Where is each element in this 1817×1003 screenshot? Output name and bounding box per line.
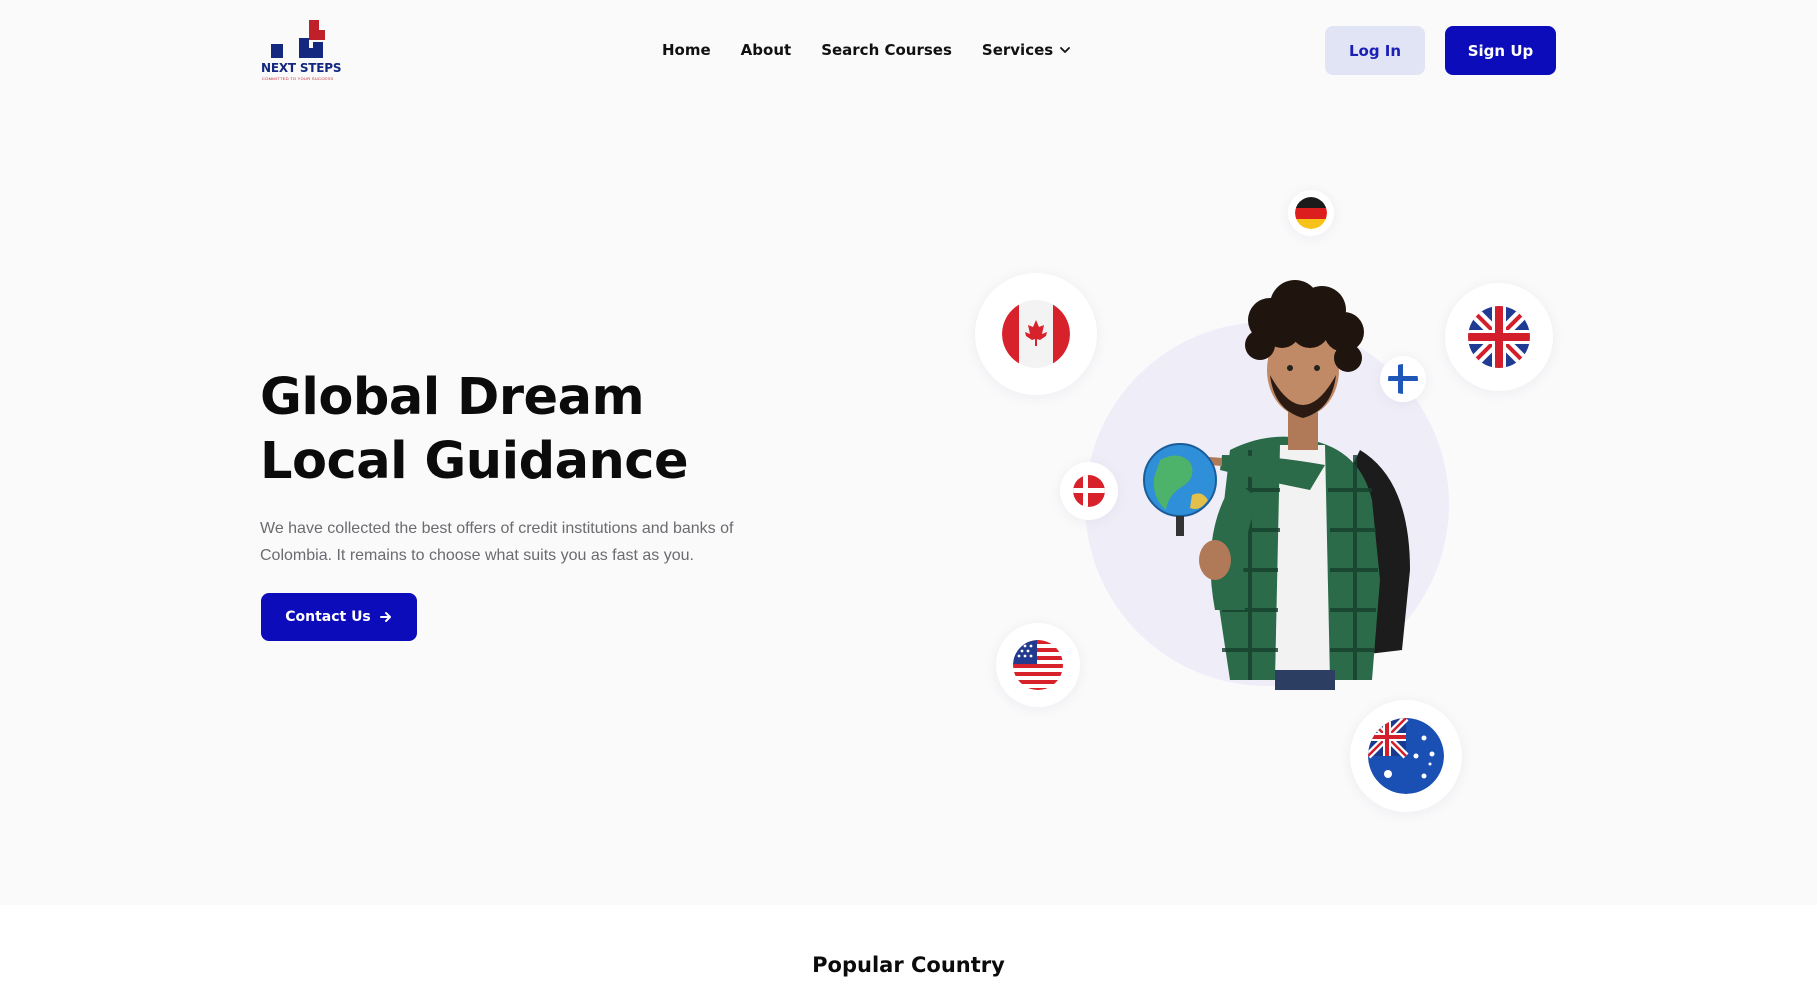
nav-about[interactable]: About xyxy=(741,41,792,59)
site-header: NEXT STEPS COMMITTED TO YOUR SUCCESS Hom… xyxy=(0,0,1817,100)
germany-flag xyxy=(1288,190,1334,236)
nav-home[interactable]: Home xyxy=(662,41,711,59)
arrow-right-icon xyxy=(379,612,391,622)
usa-flag xyxy=(996,623,1080,707)
usa-flag-icon xyxy=(1013,640,1063,690)
denmark-flag xyxy=(1060,462,1118,520)
australia-flag-icon xyxy=(1368,718,1444,794)
uk-flag xyxy=(1445,283,1553,391)
hero-title-line-1: Global Dream xyxy=(260,368,645,427)
main-nav: Home About Search Courses Services xyxy=(662,38,1071,62)
hero-illustration xyxy=(960,180,1560,820)
hero-title-line-2: Local Guidance xyxy=(260,432,689,491)
brand-logo[interactable]: NEXT STEPS COMMITTED TO YOUR SUCCESS xyxy=(261,20,353,82)
logo-mark-icon xyxy=(271,20,325,58)
denmark-flag-icon xyxy=(1073,475,1105,507)
hero-title: Global Dream Local Guidance xyxy=(260,366,760,494)
contact-us-button[interactable]: Contact Us xyxy=(261,593,417,641)
brand-name: NEXT STEPS xyxy=(261,61,342,75)
finland-flag xyxy=(1380,356,1426,402)
brand-tagline: COMMITTED TO YOUR SUCCESS xyxy=(262,76,334,81)
chevron-down-icon xyxy=(1060,47,1071,53)
popular-country-section: Popular Country xyxy=(0,905,1817,1003)
uk-flag-icon xyxy=(1468,306,1530,368)
popular-country-title: Popular Country xyxy=(812,953,1005,977)
finland-flag-icon xyxy=(1388,364,1418,394)
canada-flag xyxy=(975,273,1097,395)
nav-search-courses[interactable]: Search Courses xyxy=(821,41,952,59)
login-button[interactable]: Log In xyxy=(1325,26,1425,75)
nav-services[interactable]: Services xyxy=(982,41,1071,59)
australia-flag xyxy=(1350,700,1462,812)
canada-flag-icon xyxy=(1002,300,1070,368)
germany-flag-icon xyxy=(1295,197,1327,229)
student-with-globe-image xyxy=(1143,280,1410,690)
hero-description: We have collected the best offers of cre… xyxy=(260,520,734,564)
signup-button[interactable]: Sign Up xyxy=(1445,26,1556,75)
contact-us-label: Contact Us xyxy=(285,609,371,625)
nav-services-label: Services xyxy=(981,41,1054,59)
